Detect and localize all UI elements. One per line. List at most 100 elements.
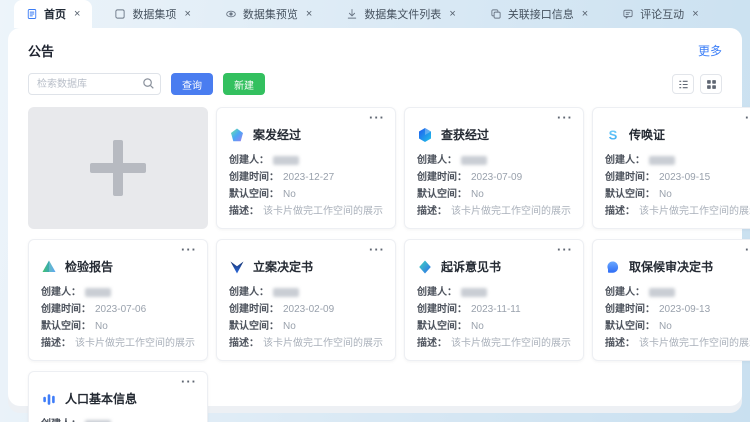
close-icon[interactable]: × — [306, 9, 312, 20]
created-at-field: 创建时间： 2023-11-11 — [417, 303, 571, 316]
creator-name-redacted — [461, 156, 487, 165]
preview-eye-icon — [225, 8, 237, 20]
bars-icon — [41, 391, 57, 407]
tab-label: 数据集项 — [132, 6, 176, 22]
description-field: 描述： 该卡片做完工作空间的展示 — [41, 337, 195, 350]
main-panel: 公告 更多 查询 新建 — [8, 28, 742, 406]
linked-api-icon — [490, 8, 502, 20]
close-icon[interactable]: × — [692, 9, 698, 20]
main-panel-backing: 公告 更多 查询 新建 — [8, 28, 742, 413]
bubble-icon — [605, 259, 621, 275]
tab-label: 数据集文件列表 — [364, 6, 441, 22]
list-view-icon — [678, 79, 689, 90]
search-box — [28, 73, 161, 95]
comment-icon — [622, 8, 634, 20]
view-toggles — [672, 74, 722, 94]
grid-view-button[interactable] — [700, 74, 722, 94]
tab-数据集文件列表[interactable]: 数据集文件列表 × — [334, 0, 467, 28]
close-icon[interactable]: × — [74, 9, 80, 20]
tab-label: 评论互动 — [640, 6, 684, 22]
card-title: 起诉意见书 — [441, 258, 501, 275]
cube-icon — [417, 127, 433, 143]
card-more-icon[interactable]: ··· — [181, 242, 197, 257]
description-field: 描述： 该卡片做完工作空间的展示 — [605, 205, 750, 218]
created-at-field: 创建时间： 2023-07-06 — [41, 303, 195, 316]
dataset-card[interactable]: ··· 起诉意见书 创建人： 创建时间： 2023-11-11 默认空间： No… — [404, 239, 584, 361]
tab-数据集预览[interactable]: 数据集预览 × — [213, 0, 324, 28]
panel-header: 公告 更多 — [28, 41, 722, 60]
tab-数据集项[interactable]: 数据集项 × — [102, 0, 202, 28]
card-title: 查获经过 — [441, 126, 489, 143]
card-head: 查获经过 — [417, 126, 571, 143]
tab-首页[interactable]: 首页 × — [14, 0, 92, 28]
card-title: 案发经过 — [253, 126, 301, 143]
default-space-field: 默认空间： No — [605, 188, 750, 201]
dataset-card[interactable]: ··· 立案决定书 创建人： 创建时间： 2023-02-09 默认空间： No… — [216, 239, 396, 361]
description-field: 描述： 该卡片做完工作空间的展示 — [229, 337, 383, 350]
toolbar: 查询 新建 — [28, 73, 722, 95]
card-more-icon[interactable]: ··· — [745, 242, 750, 257]
default-space-field: 默认空间： No — [605, 320, 750, 333]
add-card[interactable] — [28, 107, 208, 229]
tab-label: 首页 — [44, 6, 66, 22]
card-head: 案发经过 — [229, 126, 383, 143]
dataset-card[interactable]: ··· 取保候审决定书 创建人： 创建时间： 2023-09-13 默认空间： … — [592, 239, 750, 361]
card-title: 立案决定书 — [253, 258, 313, 275]
card-head: 检验报告 — [41, 258, 195, 275]
creator-field: 创建人： — [41, 286, 195, 299]
create-button[interactable]: 新建 — [223, 73, 265, 95]
tab-label: 关联接口信息 — [508, 6, 574, 22]
dataset-card[interactable]: ··· 案发经过 创建人： 创建时间： 2023-12-27 默认空间： No … — [216, 107, 396, 229]
dataset-card[interactable]: ··· 检验报告 创建人： 创建时间： 2023-07-06 默认空间： No … — [28, 239, 208, 361]
home-doc-icon — [26, 8, 38, 20]
card-head: S 传唤证 — [605, 126, 750, 143]
creator-name-redacted — [649, 156, 675, 165]
plus-icon — [90, 140, 146, 196]
created-at-field: 创建时间： 2023-07-09 — [417, 171, 571, 184]
card-more-icon[interactable]: ··· — [369, 242, 385, 257]
close-icon[interactable]: × — [449, 9, 455, 20]
query-button[interactable]: 查询 — [171, 73, 213, 95]
close-icon[interactable]: × — [184, 9, 190, 20]
creator-field: 创建人： — [229, 154, 383, 167]
s-badge-icon: S — [605, 127, 621, 143]
dataset-card[interactable]: ··· S 传唤证 创建人： 创建时间： 2023-09-15 默认空间： No… — [592, 107, 750, 229]
created-at-field: 创建时间： 2023-09-13 — [605, 303, 750, 316]
description-field: 描述： 该卡片做完工作空间的展示 — [605, 337, 750, 350]
tab-评论互动[interactable]: 评论互动 × — [610, 0, 710, 28]
card-more-icon[interactable]: ··· — [369, 110, 385, 125]
creator-field: 创建人： — [605, 154, 750, 167]
description-field: 描述： 该卡片做完工作空间的展示 — [417, 337, 571, 350]
list-view-button[interactable] — [672, 74, 694, 94]
svg-text:S: S — [609, 127, 618, 142]
default-space-field: 默认空间： No — [229, 320, 383, 333]
card-more-icon[interactable]: ··· — [745, 110, 750, 125]
drop-icon — [417, 259, 433, 275]
default-space-field: 默认空间： No — [41, 320, 195, 333]
creator-field: 创建人： — [417, 286, 571, 299]
creator-field: 创建人： — [417, 154, 571, 167]
creator-name-redacted — [461, 288, 487, 297]
tab-bar: 首页 × 数据集项 × 数据集预览 × 数据集文件列表 × 关联接口信息 × 评… — [0, 0, 750, 28]
card-title: 人口基本信息 — [65, 390, 137, 407]
dataset-card[interactable]: ··· 查获经过 创建人： 创建时间： 2023-07-09 默认空间： No … — [404, 107, 584, 229]
creator-field: 创建人： — [229, 286, 383, 299]
close-icon[interactable]: × — [582, 9, 588, 20]
default-space-field: 默认空间： No — [229, 188, 383, 201]
card-more-icon[interactable]: ··· — [557, 242, 573, 257]
download-icon — [346, 8, 358, 20]
card-grid: ··· 案发经过 创建人： 创建时间： 2023-12-27 默认空间： No … — [28, 107, 722, 422]
search-icon — [142, 77, 155, 90]
card-more-icon[interactable]: ··· — [181, 374, 197, 389]
created-at-field: 创建时间： 2023-02-09 — [229, 303, 383, 316]
tab-关联接口信息[interactable]: 关联接口信息 × — [478, 0, 600, 28]
more-link[interactable]: 更多 — [698, 42, 722, 59]
card-more-icon[interactable]: ··· — [557, 110, 573, 125]
card-head: 取保候审决定书 — [605, 258, 750, 275]
gem-icon — [229, 127, 245, 143]
dataset-card[interactable]: ··· 人口基本信息 创建人： 创建时间： 2023-08-23 默认空间： N… — [28, 371, 208, 422]
creator-name-redacted — [273, 288, 299, 297]
creator-name-redacted — [85, 288, 111, 297]
card-title: 传唤证 — [629, 126, 665, 143]
wing-icon — [229, 259, 245, 275]
